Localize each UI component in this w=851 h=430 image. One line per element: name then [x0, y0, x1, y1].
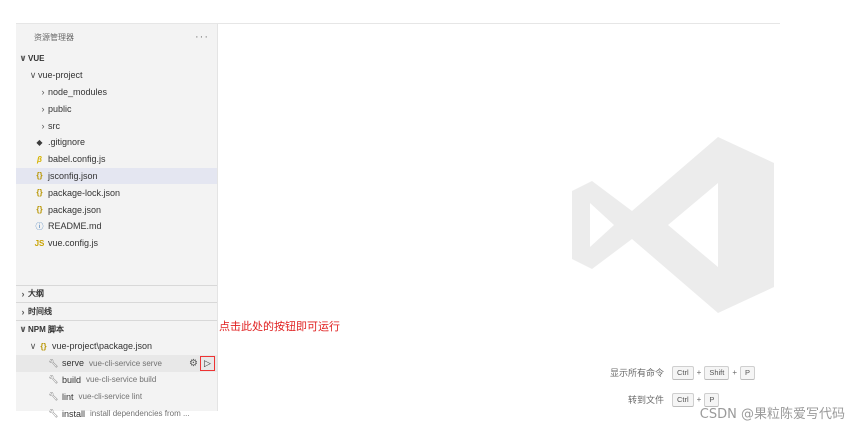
json-file-icon: {} — [36, 171, 43, 181]
script-name: lint — [62, 391, 74, 402]
csdn-watermark: CSDN @果粒陈爱写代码 — [699, 407, 845, 422]
chevron-right-icon: › — [41, 86, 45, 97]
project-folder[interactable]: ∨ vue-project — [16, 67, 217, 84]
wrench-icon: 🔧︎ — [48, 375, 59, 385]
wrench-icon: 🔧︎ — [48, 392, 59, 402]
js-file-icon: JS — [34, 238, 45, 248]
script-item-serve[interactable]: 🔧︎ serve vue-cli-service serve ⚙ ▷ — [16, 354, 217, 372]
tree-item-readme[interactable]: ⓘ README.md — [16, 218, 217, 235]
workspace-folder[interactable]: ∨ VUE — [16, 50, 217, 67]
script-name: install — [62, 408, 86, 419]
chevron-down-icon: ∨ — [19, 52, 27, 63]
section-npm-label: NPM 脚本 — [28, 325, 64, 335]
tree-item-vue-config[interactable]: JS vue.config.js — [16, 235, 217, 252]
debug-script-icon[interactable]: ⚙ — [189, 358, 198, 369]
script-actions: ⚙ ▷ — [189, 355, 217, 371]
vscode-logo-icon — [570, 135, 775, 320]
section-npm-scripts[interactable]: ∨ NPM 脚本 — [16, 320, 217, 338]
script-command: install dependencies from ... — [90, 409, 190, 419]
project-label: vue-project — [38, 70, 83, 81]
plus-sign: + — [696, 368, 702, 377]
babel-file-icon: β — [37, 154, 42, 164]
run-script-button[interactable]: ▷ — [200, 355, 215, 371]
json-file-icon: {} — [40, 341, 47, 351]
chevron-right-icon: › — [41, 103, 45, 114]
npm-package-label: vue-project\package.json — [52, 341, 153, 352]
tree-item-package-json[interactable]: {} package.json — [16, 201, 217, 218]
explorer-title: 资源管理器 — [34, 32, 74, 42]
tree-item-jsconfig[interactable]: {} jsconfig.json — [16, 167, 217, 185]
npm-package[interactable]: ∨ {} vue-project\package.json — [16, 338, 217, 355]
chevron-right-icon: › — [21, 306, 25, 317]
tree-item-label: jsconfig.json — [48, 170, 98, 181]
annotation-text: 点击此处的按钮即可运行 — [219, 320, 340, 333]
tree-item-label: package.json — [48, 204, 102, 215]
script-item-install[interactable]: 🔧︎ install install dependencies from ... — [16, 405, 217, 422]
tree-item-label: public — [48, 103, 72, 114]
tree-item-label: vue.config.js — [48, 238, 99, 249]
more-actions-button[interactable]: ··· — [195, 31, 209, 43]
tree-item-label: babel.config.js — [48, 154, 106, 165]
tree-item-label: README.md — [48, 221, 102, 232]
key-ctrl: Ctrl — [672, 365, 694, 380]
script-command: vue-cli-service build — [86, 375, 157, 385]
section-timeline-label: 时间线 — [28, 307, 52, 317]
key-p: P — [740, 365, 756, 380]
explorer-sidebar: 资源管理器 ··· ∨ VUE ∨ vue-project › node_mod… — [16, 24, 218, 419]
script-name: build — [62, 374, 82, 385]
shortcut-label: 显示所有命令 — [609, 369, 664, 379]
chevron-down-icon: ∨ — [29, 69, 37, 80]
wrench-icon: 🔧︎ — [48, 358, 59, 368]
script-item-lint[interactable]: 🔧︎ lint vue-cli-service lint — [16, 388, 217, 405]
key-shift: Shift — [704, 365, 730, 380]
section-timeline[interactable]: › 时间线 — [16, 302, 217, 320]
tree-item-babel-config[interactable]: β babel.config.js — [16, 151, 217, 168]
tree-item-label: src — [48, 120, 60, 131]
json-file-icon: {} — [36, 188, 43, 198]
info-file-icon: ⓘ — [35, 221, 44, 231]
tree-item-gitignore[interactable]: ◆ .gitignore — [16, 134, 217, 151]
tree-item-label: package-lock.json — [48, 187, 121, 198]
plus-sign: + — [732, 368, 738, 377]
tree-item-src[interactable]: › src — [16, 117, 217, 134]
section-outline[interactable]: › 大纲 — [16, 284, 217, 303]
script-item-build[interactable]: 🔧︎ build vue-cli-service build — [16, 372, 217, 389]
script-name: serve — [62, 358, 85, 369]
chevron-down-icon: ∨ — [29, 340, 37, 351]
script-command: vue-cli-service lint — [78, 392, 143, 402]
workspace-label: VUE — [28, 53, 45, 63]
chevron-down-icon: ∨ — [19, 324, 27, 335]
tree-item-label: .gitignore — [48, 137, 86, 148]
json-file-icon: {} — [36, 205, 43, 215]
tree-item-public[interactable]: › public — [16, 100, 217, 117]
chevron-right-icon: › — [41, 120, 45, 131]
tree-item-label: node_modules — [48, 86, 108, 97]
explorer-header: 资源管理器 ··· — [16, 24, 217, 50]
git-file-icon: ◆ — [36, 137, 43, 147]
section-outline-label: 大纲 — [28, 289, 44, 299]
chevron-right-icon: › — [21, 288, 25, 299]
script-command: vue-cli-service serve — [89, 358, 162, 368]
shortcut-show-commands: 显示所有命令 Ctrl + Shift + P — [580, 364, 756, 381]
shortcut-label: 转到文件 — [627, 396, 664, 406]
tree-item-package-lock[interactable]: {} package-lock.json — [16, 184, 217, 201]
wrench-icon: 🔧︎ — [48, 409, 59, 419]
key-ctrl: Ctrl — [672, 392, 694, 407]
tree-item-node-modules[interactable]: › node_modules — [16, 84, 217, 101]
